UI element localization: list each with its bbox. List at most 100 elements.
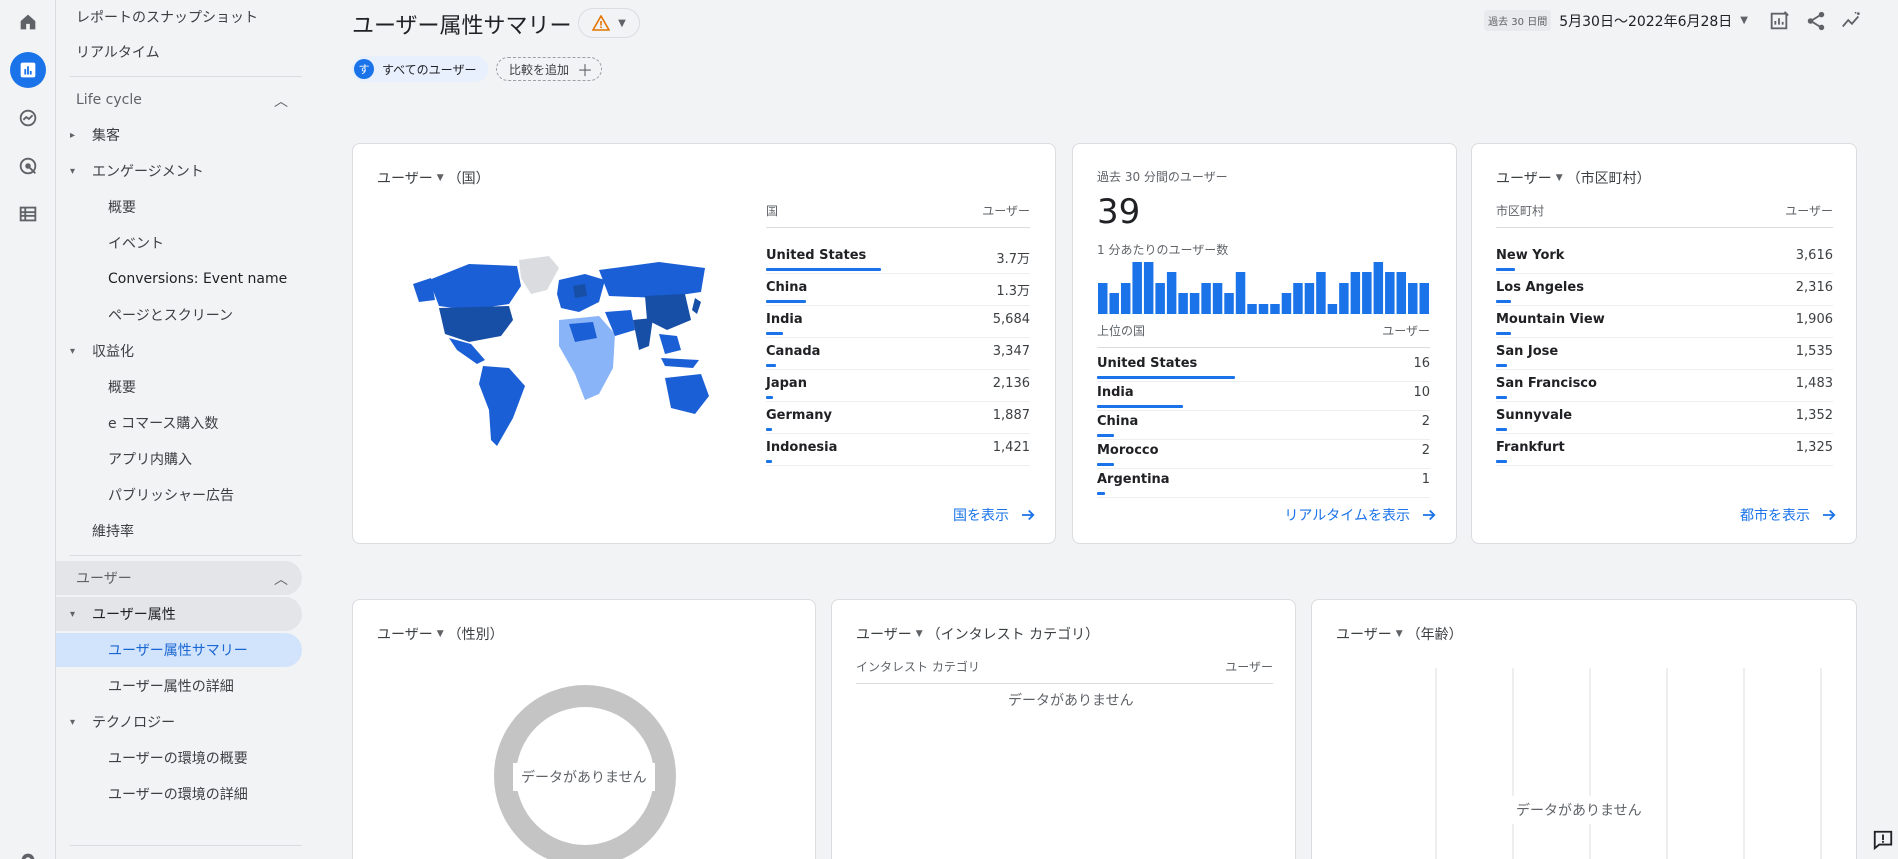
table-row[interactable]: China 2 [1097, 408, 1430, 440]
histogram-bar [1362, 272, 1372, 314]
table-row[interactable]: United States 3.7万 [766, 242, 1030, 274]
nav-item-tech[interactable]: ▾ テクノロジー [56, 705, 302, 739]
row-value: 2 [1421, 414, 1430, 429]
nav-item-engagement-overview[interactable]: 概要 [56, 190, 302, 224]
nav-section-label: Life cycle [76, 92, 142, 108]
column-header-country[interactable]: 国 [766, 202, 778, 219]
configure-icon[interactable] [10, 196, 46, 232]
country-card-title[interactable]: ユーザー ▼ （国） [377, 168, 490, 188]
country-table-header: 国 ユーザー [766, 202, 1030, 228]
warning-chip[interactable]: ▼ [578, 8, 640, 38]
nav-item-label: 概要 [108, 200, 136, 216]
nav-item-demographics[interactable]: ▾ ユーザー属性 [56, 597, 302, 631]
nav-item-tech-overview[interactable]: ユーザーの環境の概要 [56, 741, 302, 775]
nav-item-ecommerce[interactable]: e コマース購入数 [56, 406, 302, 440]
table-row[interactable]: Morocco 2 [1097, 437, 1430, 469]
row-value: 1,483 [1795, 376, 1833, 391]
city-card-title[interactable]: ユーザー ▼ （市区町村） [1496, 168, 1651, 188]
row-value: 2,316 [1795, 280, 1833, 295]
nav-item-pages-screens[interactable]: ページとスクリーン [56, 298, 302, 332]
table-row[interactable]: Sunnyvale 1,352 [1496, 402, 1833, 434]
histogram-bar [1212, 283, 1223, 314]
nav-item-acquisition[interactable]: ▸ 集客 [56, 118, 302, 152]
nav-item-demographics-overview[interactable]: ユーザー属性サマリー [56, 633, 302, 667]
column-header-interest[interactable]: インタレスト カテゴリ [856, 658, 980, 675]
view-countries-link[interactable]: 国を表示 [953, 505, 1037, 525]
nav-item-snapshot[interactable]: レポートのスナップショット [56, 0, 302, 34]
age-chart-grid [1435, 668, 1822, 859]
date-range-picker[interactable]: 過去 30 日間 5月30日〜2022年6月28日 ▼ [1484, 10, 1748, 31]
nav-item-monetization[interactable]: ▾ 収益化 [56, 334, 302, 368]
row-bar [1496, 332, 1511, 335]
reports-icon[interactable] [10, 52, 46, 88]
table-row[interactable]: San Francisco 1,483 [1496, 370, 1833, 402]
caret-down-icon: ▼ [1740, 15, 1748, 26]
row-value: 1.3万 [996, 284, 1030, 299]
chevron-up-icon[interactable]: ︿ [274, 91, 288, 111]
link-label: リアルタイムを表示 [1284, 508, 1410, 524]
per-minute-histogram [1098, 262, 1429, 314]
column-header-top-countries[interactable]: 上位の国 [1097, 322, 1145, 339]
table-row[interactable]: Germany 1,887 [766, 402, 1030, 434]
table-row[interactable]: China 1.3万 [766, 274, 1030, 306]
column-header-users[interactable]: ユーザー [1225, 658, 1273, 675]
nav-item-in-app-purchases[interactable]: アプリ内購入 [56, 442, 302, 476]
table-row[interactable]: Japan 2,136 [766, 370, 1030, 402]
feedback-icon[interactable] [1868, 825, 1898, 855]
nav-item-retention[interactable]: 維持率 [56, 514, 302, 548]
share-icon[interactable] [1803, 8, 1829, 34]
table-row[interactable]: New York 3,616 [1496, 242, 1833, 274]
nav-item-demographics-details[interactable]: ユーザー属性の詳細 [56, 669, 302, 703]
row-bar [766, 364, 776, 367]
view-cities-link[interactable]: 都市を表示 [1740, 505, 1838, 525]
table-row[interactable]: San Jose 1,535 [1496, 338, 1833, 370]
nav-section-lifecycle[interactable]: Life cycle ︿ [56, 83, 302, 117]
caret-right-icon: ▸ [70, 129, 76, 141]
column-header-users[interactable]: ユーザー [1382, 322, 1430, 339]
home-icon[interactable] [10, 4, 46, 40]
nav-item-label: ユーザー属性サマリー [108, 643, 248, 659]
table-row[interactable]: Canada 3,347 [766, 338, 1030, 370]
column-header-users[interactable]: ユーザー [1785, 202, 1833, 219]
add-comparison-button[interactable]: 比較を追加 ＋ [496, 57, 603, 81]
nav-item-engagement[interactable]: ▾ エンゲージメント [56, 154, 302, 188]
histogram-bar [1385, 272, 1395, 314]
table-row[interactable]: Mountain View 1,906 [1496, 306, 1833, 338]
explore-icon[interactable] [10, 100, 46, 136]
age-card-title[interactable]: ユーザー ▼ （年齢） [1336, 624, 1463, 644]
insights-icon[interactable] [1838, 8, 1864, 34]
chevron-up-icon[interactable]: ︿ [274, 569, 288, 589]
table-row[interactable]: India 10 [1097, 379, 1430, 411]
nav-item-events[interactable]: イベント [56, 226, 302, 260]
column-header-city[interactable]: 市区町村 [1496, 202, 1544, 219]
nav-item-tech-details[interactable]: ユーザーの環境の詳細 [56, 777, 302, 811]
table-row[interactable]: Indonesia 1,421 [766, 434, 1030, 466]
table-row[interactable]: India 5,684 [766, 306, 1030, 338]
all-users-chip[interactable]: す すべてのユーザー [352, 56, 489, 82]
nav-section-user[interactable]: ユーザー ︿ [56, 561, 302, 595]
column-header-users[interactable]: ユーザー [982, 202, 1030, 219]
nav-item-conversions[interactable]: Conversions: Event name [56, 262, 302, 296]
table-row[interactable]: United States 16 [1097, 350, 1430, 382]
histogram-bar [1316, 272, 1326, 314]
interest-card-title[interactable]: ユーザー ▼ （インタレスト カテゴリ） [856, 624, 1099, 644]
metric-selector[interactable]: ユーザー [856, 624, 912, 644]
view-realtime-link[interactable]: リアルタイムを表示 [1284, 505, 1438, 525]
table-row[interactable]: Los Angeles 2,316 [1496, 274, 1833, 306]
metric-selector[interactable]: ユーザー [1496, 168, 1552, 188]
map-australia [665, 374, 709, 414]
row-value: 2,136 [992, 376, 1030, 391]
metric-selector[interactable]: ユーザー [377, 624, 433, 644]
gender-card-title[interactable]: ユーザー ▼ （性別） [377, 624, 504, 644]
table-row[interactable]: Frankfurt 1,325 [1496, 434, 1833, 466]
report-nav: レポートのスナップショット リアルタイム Life cycle ︿ ▸ 集客 ▾… [56, 0, 304, 859]
settings-icon[interactable] [10, 842, 46, 859]
metric-selector[interactable]: ユーザー [377, 168, 433, 188]
table-row[interactable]: Argentina 1 [1097, 466, 1430, 498]
metric-selector[interactable]: ユーザー [1336, 624, 1392, 644]
advertising-icon[interactable] [10, 148, 46, 184]
nav-item-monetization-overview[interactable]: 概要 [56, 370, 302, 404]
nav-item-publisher-ads[interactable]: パブリッシャー広告 [56, 478, 302, 512]
nav-item-realtime[interactable]: リアルタイム [56, 35, 302, 69]
customize-report-icon[interactable] [1766, 8, 1792, 34]
